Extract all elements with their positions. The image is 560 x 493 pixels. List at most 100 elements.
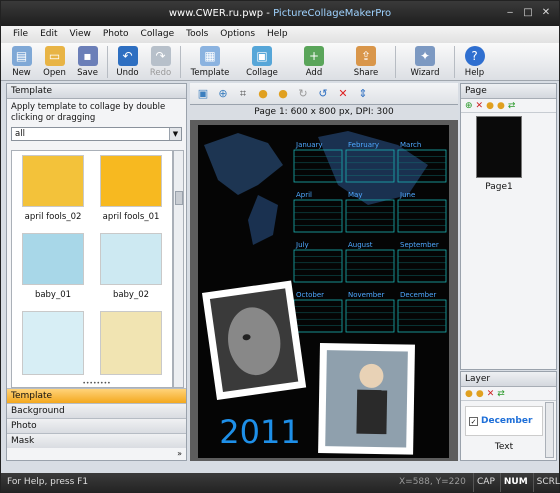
layer-up-icon[interactable]: ●	[465, 389, 473, 399]
scrollbar-thumb[interactable]	[175, 191, 183, 205]
menu-help[interactable]: Help	[261, 26, 294, 43]
template-item[interactable]	[100, 311, 162, 375]
panel-splitter-grip[interactable]: ••••••••	[7, 381, 186, 387]
template-item[interactable]: april fools_01	[100, 155, 162, 222]
canvas-area: ▣ ⊕ ⌗ ● ● ↻ ↺ ✕ ⇕ Page 1: 600 x 800 px, …	[190, 83, 458, 461]
layer-panel-toolbar: ● ● ✕ ⇄	[461, 387, 556, 401]
layer-panel: Layer ● ● ✕ ⇄ ✓ December Text	[460, 371, 557, 461]
num-lock-indicator: NUM	[499, 473, 531, 492]
refresh-icon[interactable]: ⇄	[508, 101, 516, 111]
template-item[interactable]: baby_02	[100, 233, 162, 300]
calendar-month-name: July	[295, 241, 309, 249]
zoom-icon[interactable]: ⊕	[214, 86, 232, 102]
window-title-site: www.CWER.ru.pwp -	[168, 8, 274, 19]
menu-options[interactable]: Options	[214, 26, 261, 43]
scroll-lock-indicator: SCRL	[532, 473, 560, 492]
template-panel-title: Template	[7, 84, 186, 99]
more-tabs-button[interactable]: »	[177, 449, 182, 458]
fit-page-icon[interactable]: ▣	[194, 86, 212, 102]
menu-tools[interactable]: Tools	[180, 26, 214, 43]
layer-item[interactable]: ✓ December	[465, 406, 543, 436]
template-thumbnail	[22, 155, 84, 207]
calendar-month-box	[397, 249, 447, 283]
delete-icon[interactable]: ✕	[334, 86, 352, 102]
page-panel: Page ⊕ ✕ ● ● ⇄ Page1	[460, 83, 557, 370]
tab-template[interactable]: Template	[7, 388, 186, 403]
tab-background[interactable]: Background	[7, 403, 186, 418]
collage-icon: ▣	[252, 46, 272, 66]
template-filter-select[interactable]: all ▼	[11, 127, 182, 141]
calendar-month-name: October	[296, 291, 324, 299]
template-scrollbar[interactable]	[173, 150, 184, 388]
crop-icon[interactable]: ⌗	[234, 86, 252, 102]
title-bar: www.CWER.ru.pwp - PictureCollageMakerPro…	[1, 1, 559, 26]
new-button[interactable]: ▤ New	[5, 43, 38, 81]
calendar-month-name: March	[400, 141, 421, 149]
photo-woman[interactable]	[318, 343, 415, 455]
calendar-month-box	[397, 299, 447, 333]
send-backward-icon[interactable]: ●	[274, 86, 292, 102]
tab-photo[interactable]: Photo	[7, 418, 186, 433]
menu-view[interactable]: View	[64, 26, 97, 43]
page-panel-title: Page	[461, 84, 556, 99]
save-button[interactable]: ▪ Save	[71, 43, 104, 81]
template-button[interactable]: ▦ Template	[184, 43, 236, 81]
photo-cat[interactable]	[202, 280, 307, 400]
template-thumbnail	[100, 311, 162, 375]
menu-edit[interactable]: Edit	[34, 26, 63, 43]
redo-button[interactable]: ↷ Redo	[144, 43, 177, 81]
undo-button[interactable]: ↶ Undo	[111, 43, 144, 81]
menu-collage[interactable]: Collage	[135, 26, 181, 43]
move-up-icon[interactable]: ●	[486, 101, 494, 111]
calendar-month-box	[293, 299, 343, 333]
delete-layer-icon[interactable]: ✕	[487, 389, 495, 399]
calendar-month-name: February	[348, 141, 379, 149]
page-thumbnail[interactable]	[476, 116, 522, 178]
calendar-month-box	[397, 199, 447, 233]
calendar-month: November	[345, 291, 395, 333]
move-down-icon[interactable]: ●	[497, 101, 505, 111]
menu-photo[interactable]: Photo	[97, 26, 135, 43]
align-icon[interactable]: ⇕	[354, 86, 372, 102]
minimize-icon[interactable]: ‒	[503, 6, 517, 19]
collage-page[interactable]: January February March April May June July Augu…	[198, 125, 449, 458]
calendar-month-box	[345, 299, 395, 333]
wizard-button[interactable]: ✦ Wizard	[399, 43, 451, 81]
tab-mask[interactable]: Mask	[7, 433, 186, 448]
calendar-month-name: August	[348, 241, 373, 249]
template-thumbnail	[22, 311, 84, 375]
template-panel: Template Apply template to collage by do…	[6, 83, 187, 461]
rotate-left-icon[interactable]: ↺	[314, 86, 332, 102]
new-file-icon: ▤	[11, 46, 32, 66]
add-image-icon: +	[304, 46, 324, 66]
layer-visible-checkbox[interactable]: ✓	[469, 416, 478, 426]
maximize-icon[interactable]: □	[521, 6, 535, 19]
template-item[interactable]: april fools_02	[22, 155, 84, 222]
open-button[interactable]: ▭ Open	[38, 43, 71, 81]
share-button[interactable]: ⇪ Share	[340, 43, 392, 81]
delete-page-icon[interactable]: ✕	[476, 101, 484, 111]
refresh-layer-icon[interactable]: ⇄	[497, 389, 505, 399]
rotate-right-icon[interactable]: ↻	[294, 86, 312, 102]
calendar-month-name: May	[348, 191, 362, 199]
collage-artwork: January February March April May June July Augu…	[202, 131, 447, 455]
help-icon: ?	[464, 46, 485, 66]
template-thumbnail	[22, 233, 84, 285]
add-button[interactable]: + Add	[288, 43, 340, 81]
chevron-down-icon[interactable]: ▼	[169, 128, 181, 140]
template-item[interactable]	[22, 311, 84, 375]
bring-forward-icon[interactable]: ●	[254, 86, 272, 102]
status-help-text: For Help, press F1	[7, 477, 89, 487]
collage-button[interactable]: ▣ Collage	[236, 43, 288, 81]
app-window: www.CWER.ru.pwp - PictureCollageMakerPro…	[0, 0, 560, 493]
help-button[interactable]: ? Help	[458, 43, 491, 81]
layer-scrollbar[interactable]	[545, 402, 554, 458]
add-page-icon[interactable]: ⊕	[465, 101, 473, 111]
redo-arrow-icon: ↷	[150, 46, 171, 66]
layer-down-icon[interactable]: ●	[476, 389, 484, 399]
menu-file[interactable]: File	[7, 26, 34, 43]
menu-bar: File Edit View Photo Collage Tools Optio…	[1, 26, 559, 43]
close-icon[interactable]: ✕	[539, 6, 553, 19]
template-item[interactable]: baby_01	[22, 233, 84, 300]
layer-item-label: December	[481, 416, 533, 426]
